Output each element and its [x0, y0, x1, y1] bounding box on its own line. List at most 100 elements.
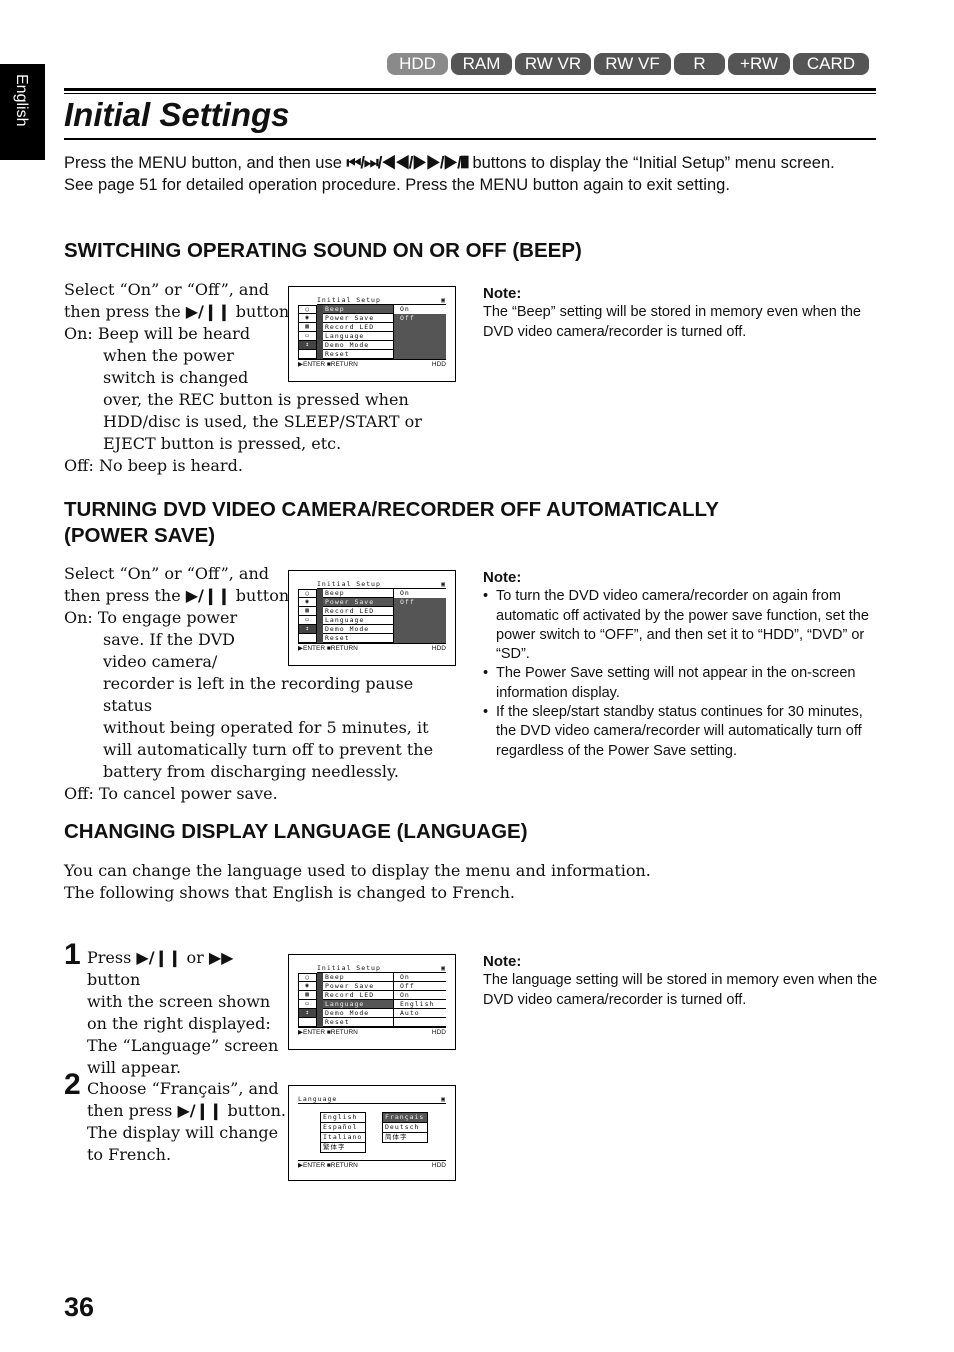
media-tab-plus-rw: +RW — [728, 53, 790, 75]
camera-icon: ▣ — [441, 579, 446, 588]
text: then press — [87, 1101, 178, 1120]
beep-heading: SWITCHING OPERATING SOUND ON OR OFF (BEE… — [64, 239, 582, 262]
off-label: Off: — [64, 456, 94, 475]
text: Beep will be heard — [97, 324, 251, 343]
lcd-title: Language — [298, 1094, 338, 1103]
display-settings-icon: ▭ — [298, 1000, 317, 1009]
language-heading: CHANGING DISPLAY LANGUAGE (LANGUAGE) — [64, 820, 528, 843]
camera-icon: ▣ — [441, 1094, 446, 1103]
lcd-value-language: English — [394, 1000, 446, 1009]
lcd-item-beep: Beep — [323, 589, 393, 598]
text: to French. — [87, 1145, 172, 1164]
media-tab-rw-vr: RW VR — [515, 53, 591, 75]
text: then press ▶/❙❙ button. — [87, 1100, 287, 1122]
lang-option-simplified-chinese: 简体字 — [382, 1133, 428, 1143]
text: Press ▶/❙❙ or ▶▶ button — [87, 947, 287, 991]
lcd-media: HDD — [431, 1162, 446, 1169]
lcd-media: HDD — [431, 361, 446, 368]
side-tab-label: English — [13, 74, 30, 127]
media-tab-rw-vf: RW VF — [594, 53, 671, 75]
power-save-heading: TURNING DVD VIDEO CAMERA/RECORDER OFF AU… — [64, 497, 719, 549]
page-number: 36 — [64, 1292, 95, 1322]
text: will appear. — [87, 1058, 182, 1077]
lcd-enter-hint: ▶ENTER ■RETURN — [298, 1029, 358, 1036]
lcd-enter-hint: ▶ENTER ■RETURN — [298, 1162, 358, 1169]
on-label: On: — [64, 608, 93, 627]
text: over, the REC button is pressed when — [103, 390, 409, 409]
text: without being operated for 5 minutes, it — [103, 718, 429, 737]
text: You can change the language used to disp… — [64, 861, 651, 880]
initial-setup-icon: ↥ — [298, 1009, 317, 1018]
lcd-screen-language-list: Language ▣ English Español Italiano 繁体字 F… — [288, 1085, 456, 1181]
lcd-value-beep: On — [394, 973, 446, 982]
media-tab-card: CARD — [793, 53, 869, 75]
lang-option-espanol: Español — [320, 1123, 366, 1133]
text: then press the — [64, 302, 186, 321]
lcd-value-record-led: On — [394, 991, 446, 1000]
lcd-item-language: Language — [323, 1000, 393, 1009]
media-tabs: HDD RAM RW VR RW VF R +RW CARD — [387, 53, 869, 75]
language-side-tab: English — [0, 64, 45, 160]
lcd-item-reset: Reset — [323, 1018, 393, 1027]
heading-line: TURNING DVD VIDEO CAMERA/RECORDER OFF AU… — [64, 498, 719, 521]
lcd-item-power-save: Power Save — [323, 598, 393, 607]
blank-icon — [298, 634, 317, 643]
on-label: On: — [64, 324, 93, 343]
lcd-item-demo-mode: Demo Mode — [323, 625, 393, 634]
navigation-buttons-icon: ⏮/⏭/◀◀/▶▶/▶/❙❙ — [346, 154, 469, 172]
lcd-option-on: On — [394, 589, 446, 598]
text: Choose “Français”, and — [87, 1079, 279, 1098]
page-title: Initial Settings — [64, 96, 290, 133]
record-settings-icon: ◉ — [298, 598, 317, 607]
play-pause-icon: ▶/❙❙ — [185, 302, 231, 321]
text: The “Language” screen — [87, 1036, 279, 1055]
beep-off-line: Off: No beep is heard. — [64, 455, 464, 477]
language-column-left: English Español Italiano 繁体字 — [320, 1112, 366, 1160]
text: HDD/disc is used, the SLEEP/START or — [103, 412, 422, 431]
play-pause-icon: ▶/❙❙ — [136, 948, 182, 967]
media-tab-r: R — [674, 53, 725, 75]
note-item: If the sleep/start standby status contin… — [483, 703, 878, 761]
lcd-enter-hint: ▶ENTER ■RETURN — [298, 361, 358, 368]
lcd-screen-beep: Initial Setup ▣ ◯ ◉ ▦ ▭ ↥ Beep Power Save… — [288, 286, 456, 382]
display-settings-icon: ▭ — [298, 616, 317, 625]
blank-icon — [298, 350, 317, 359]
initial-setup-icon: ↥ — [298, 341, 317, 350]
text: battery from discharging needlessly. — [103, 762, 399, 781]
lcd-media: HDD — [431, 645, 446, 652]
lcd-title: Initial Setup — [317, 963, 381, 972]
beep-note: Note: The “Beep” setting will be stored … — [483, 284, 878, 342]
record-settings-icon: ◉ — [298, 982, 317, 991]
lcd-item-demo-mode: Demo Mode — [323, 341, 393, 350]
text: or — [181, 948, 209, 967]
lcd-item-language: Language — [323, 616, 393, 625]
text: The display will change — [87, 1123, 279, 1142]
lcd-option-off: Off — [394, 598, 446, 607]
intro-text-start: Press the MENU button, and then use — [64, 154, 347, 172]
play-pause-icon: ▶/❙❙ — [185, 586, 231, 605]
language-note: Note: The language setting will be store… — [483, 952, 878, 1010]
off-label: Off: — [64, 784, 94, 803]
text: will automatically turn off to prevent t… — [103, 740, 434, 759]
lcd-title: Initial Setup — [317, 579, 381, 588]
lcd-item-record-led: Record LED — [323, 991, 393, 1000]
note-item: To turn the DVD video camera/recorder on… — [483, 587, 878, 664]
text: recorder is left in the recording pause … — [103, 674, 414, 715]
note-text: The “Beep” setting will be stored in mem… — [483, 304, 861, 340]
lcd-option-on: On — [394, 305, 446, 314]
step-1-text: Press ▶/❙❙ or ▶▶ button with the screen … — [87, 947, 287, 1079]
record-settings-icon: ◉ — [298, 314, 317, 323]
lcd-media: HDD — [431, 1029, 446, 1036]
text: on the right displayed: — [87, 1014, 271, 1033]
initial-setup-icon: ↥ — [298, 625, 317, 634]
blank-icon — [298, 1018, 317, 1027]
fast-forward-icon: ▶▶ — [208, 948, 234, 967]
lcd-title: Initial Setup — [317, 295, 381, 304]
lcd-option-off: Off — [394, 314, 446, 323]
date-settings-icon: ▦ — [298, 991, 317, 1000]
lcd-value-power-save: Off — [394, 982, 446, 991]
camera-settings-icon: ◯ — [298, 305, 317, 314]
text: To cancel power save. — [98, 784, 278, 803]
lcd-item-power-save: Power Save — [323, 982, 393, 991]
lang-option-italiano: Italiano — [320, 1133, 366, 1143]
